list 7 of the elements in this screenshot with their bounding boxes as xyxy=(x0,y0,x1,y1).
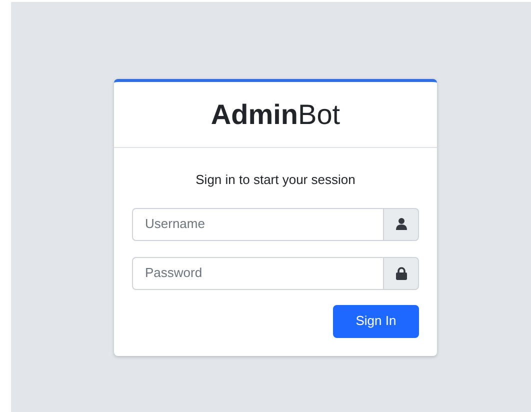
input-field[interactable]: Password xyxy=(132,256,384,290)
sign-in-button[interactable]: Sign In xyxy=(333,304,419,338)
login-subtitle: Sign in to start your session xyxy=(194,171,356,189)
lock-icon xyxy=(396,266,406,280)
app-logo: AdminBot xyxy=(210,98,340,132)
user-icon xyxy=(396,218,406,230)
input-field[interactable]: Username xyxy=(132,208,384,240)
